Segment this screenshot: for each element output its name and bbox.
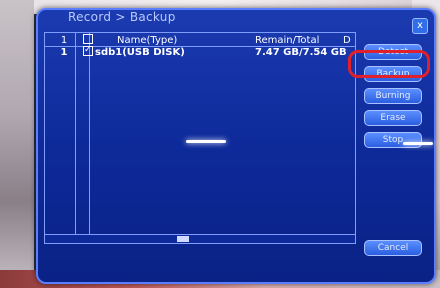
burning-button[interactable]: Burning <box>364 88 422 104</box>
row-device-name: sdb1(USB DISK) <box>95 47 185 58</box>
table-divider <box>75 33 76 243</box>
table-row[interactable]: 1 sdb1(USB DISK) 7.47 GB/7.54 GB <box>45 44 355 59</box>
header-name: Name(Type) <box>117 35 178 46</box>
screen-bezel-left <box>0 0 34 288</box>
row-remain: 7.47 GB/7.54 GB <box>255 47 347 58</box>
screen-glare <box>403 142 433 145</box>
backup-dialog: Record > Backup x 1 Name(Type) Remain/To… <box>36 8 436 284</box>
table-divider <box>89 33 90 243</box>
header-remain: Remain/Total <box>255 35 320 46</box>
header-extra: D <box>343 35 351 46</box>
screen-glare <box>186 140 226 143</box>
stop-button[interactable]: Stop <box>364 132 422 148</box>
device-table: 1 Name(Type) Remain/Total D 1 sdb1(USB D… <box>44 32 356 244</box>
horizontal-scrollbar[interactable] <box>44 234 356 244</box>
header-index: 1 <box>60 35 68 46</box>
close-icon[interactable]: x <box>412 18 428 34</box>
scroll-thumb[interactable] <box>177 236 189 242</box>
dialog-title: Record > Backup <box>68 10 176 24</box>
erase-button[interactable]: Erase <box>364 110 422 126</box>
highlight-annotation <box>348 50 430 78</box>
row-checkbox[interactable] <box>83 44 93 59</box>
row-index: 1 <box>60 47 68 58</box>
cancel-button[interactable]: Cancel <box>364 240 422 256</box>
